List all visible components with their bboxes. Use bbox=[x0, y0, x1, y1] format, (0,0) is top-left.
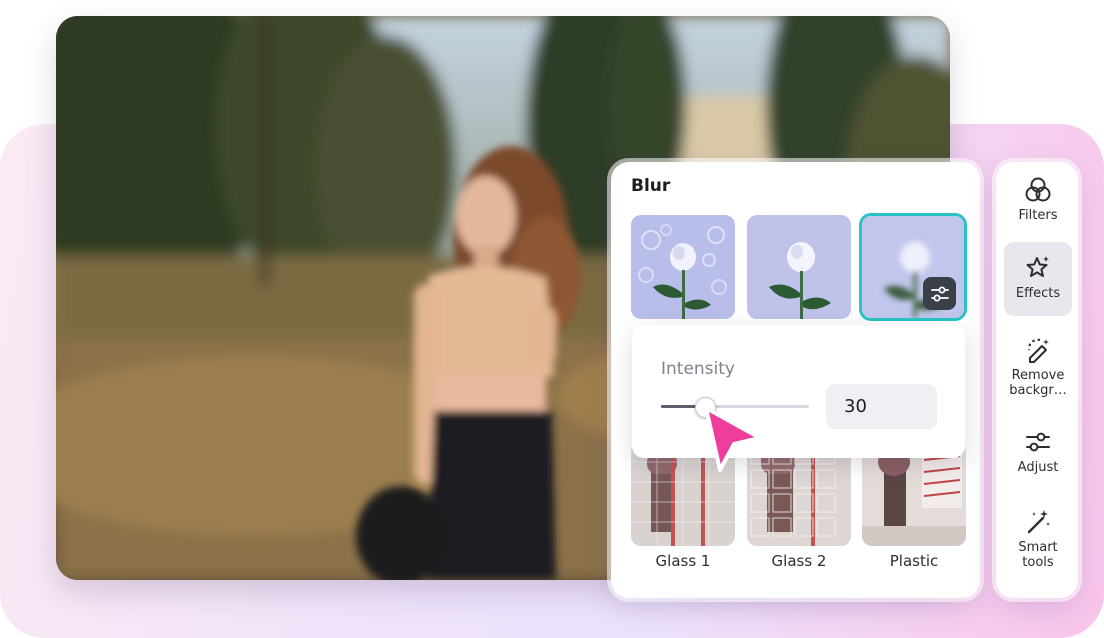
glass-1-label: Glass 1 bbox=[655, 552, 711, 570]
tool-smart-tools[interactable]: Smart tools bbox=[1004, 506, 1072, 582]
blur-option-bokeh[interactable] bbox=[631, 215, 735, 319]
sparkle-star-icon bbox=[1026, 256, 1049, 277]
blur-option-strong[interactable] bbox=[859, 213, 967, 321]
tool-remove-background-label: Remove backgr… bbox=[1004, 368, 1072, 398]
tool-adjust[interactable]: Adjust bbox=[1004, 424, 1072, 484]
intensity-value-input[interactable]: 30 bbox=[826, 384, 937, 429]
smart-tools-text: Smart tools bbox=[1018, 540, 1058, 570]
tool-filters[interactable]: Filters bbox=[1004, 172, 1072, 236]
remove-background-text: Remove backgr… bbox=[1009, 368, 1067, 398]
eraser-magic-icon bbox=[1027, 338, 1049, 363]
tool-effects-label: Effects bbox=[1015, 286, 1061, 301]
tool-remove-background[interactable]: Remove backgr… bbox=[1004, 332, 1072, 402]
mouse-pointer-icon bbox=[700, 404, 766, 478]
plastic-label: Plastic bbox=[889, 552, 939, 570]
glass-2-label: Glass 2 bbox=[771, 552, 827, 570]
right-toolbar: Filters Effects Remove backgr… Adjust Sm… bbox=[996, 162, 1078, 598]
blur-option-soft[interactable] bbox=[747, 215, 851, 319]
intensity-label: Intensity bbox=[661, 359, 735, 379]
filters-icon bbox=[1025, 177, 1051, 202]
soft-rose-thumbnail bbox=[747, 215, 851, 319]
tool-filters-label: Filters bbox=[1018, 208, 1058, 223]
panel-title: Blur bbox=[631, 176, 671, 196]
magic-wand-icon bbox=[1027, 510, 1050, 534]
intensity-popover: Intensity 30 bbox=[632, 325, 965, 458]
bokeh-rose-thumbnail bbox=[631, 215, 735, 319]
tool-adjust-label: Adjust bbox=[1017, 460, 1059, 475]
tool-smart-tools-label: Smart tools bbox=[1004, 540, 1072, 570]
sliders-icon bbox=[1026, 432, 1050, 452]
settings-sliders-icon[interactable] bbox=[923, 277, 956, 310]
tool-effects[interactable]: Effects bbox=[1004, 242, 1072, 316]
